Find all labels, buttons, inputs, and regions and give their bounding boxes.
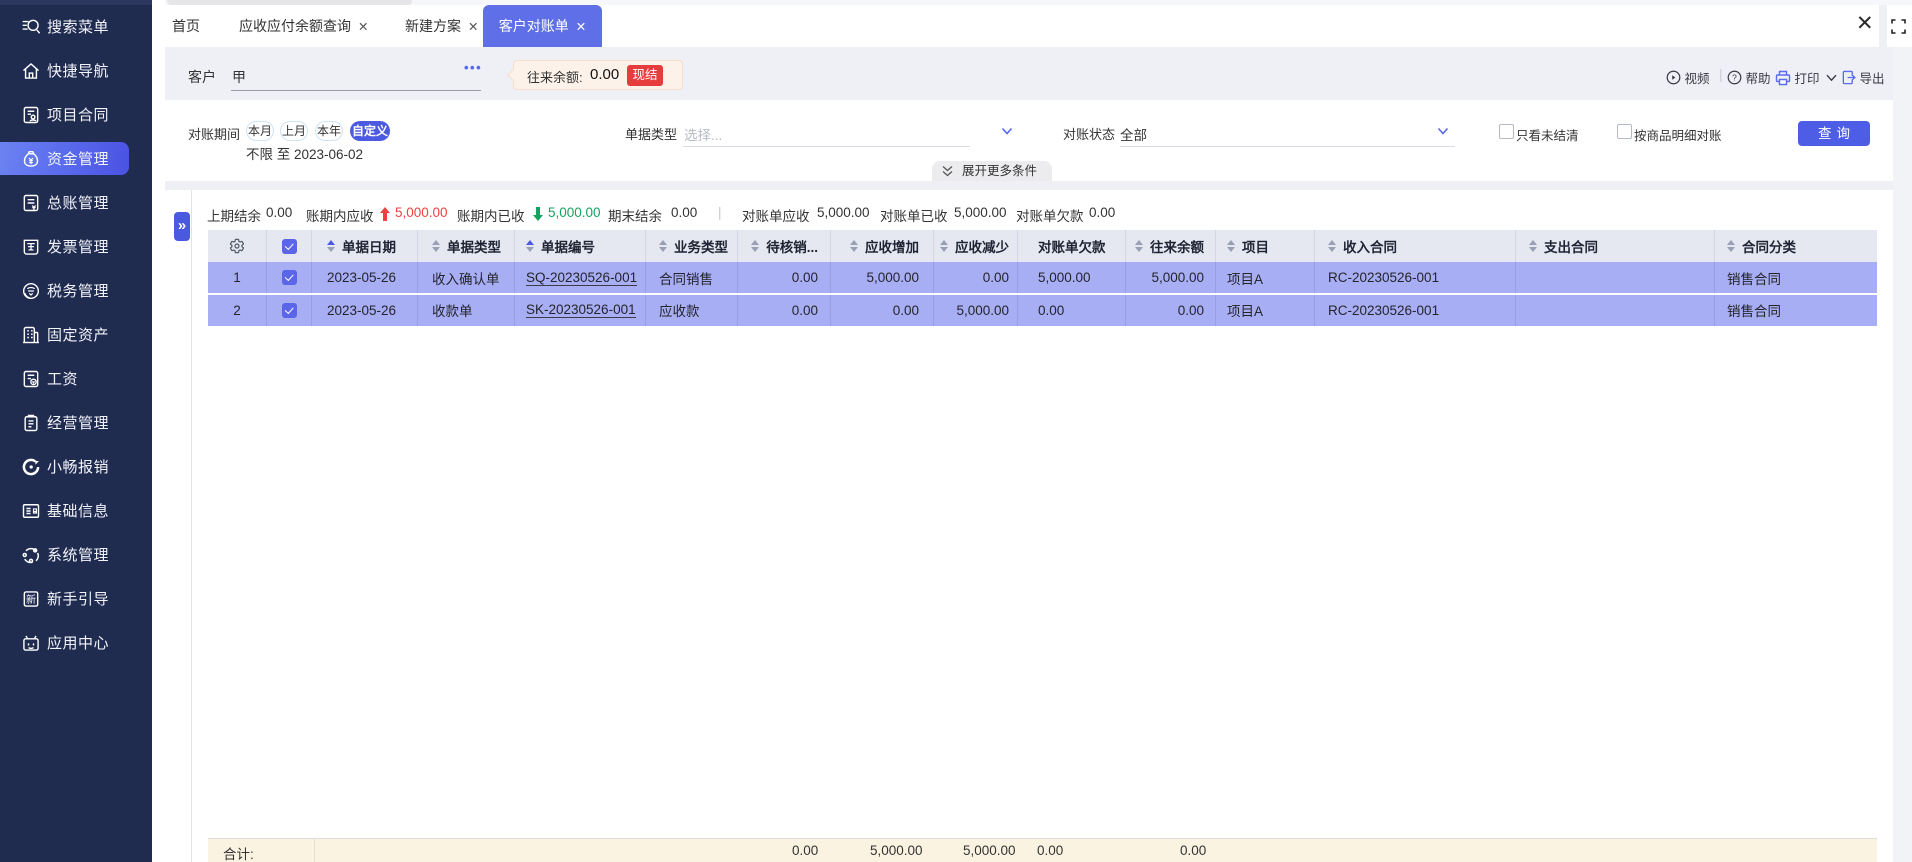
svg-text:新: 新 bbox=[26, 593, 36, 606]
svg-text:?: ? bbox=[1732, 73, 1737, 83]
